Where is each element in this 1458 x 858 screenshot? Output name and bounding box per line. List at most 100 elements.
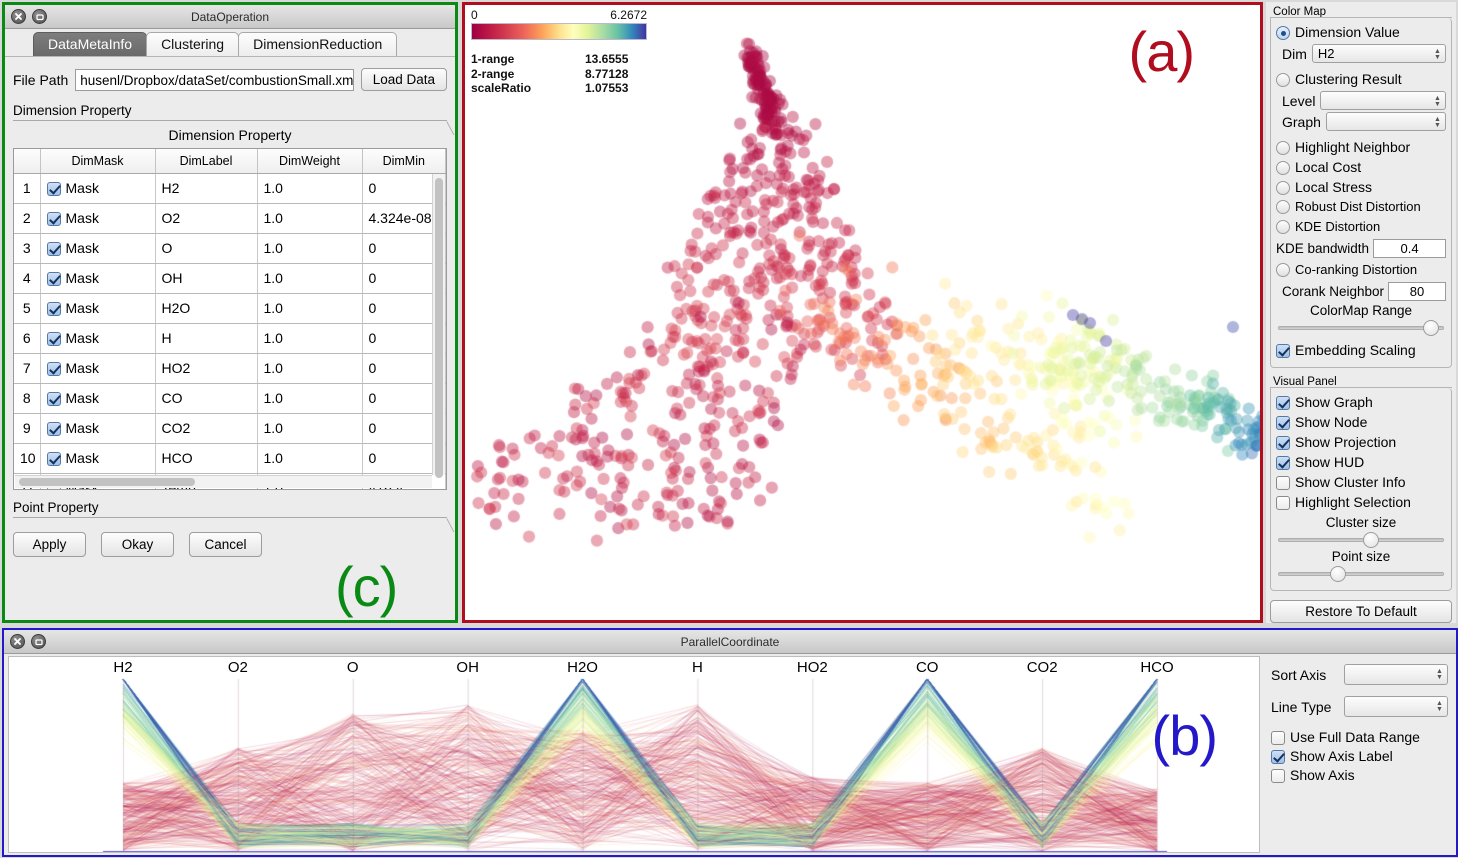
th-dimlabel[interactable]: DimLabel [155, 149, 258, 174]
level-select[interactable]: ▲ ▼ [1320, 91, 1446, 110]
radio-local-cost[interactable]: Local Cost [1276, 157, 1446, 177]
corank-neighbor-input[interactable]: 80 [1388, 282, 1446, 301]
checkbox-icon[interactable] [1276, 496, 1290, 510]
table-row[interactable]: 6 Mask H 1.0 0 [14, 323, 446, 354]
tab-clustering[interactable]: Clustering [146, 32, 240, 56]
checkbox-show-node[interactable]: Show Node [1276, 412, 1446, 432]
cell-dimmask[interactable]: Mask [40, 323, 156, 354]
radio-icon[interactable] [1276, 161, 1290, 175]
load-data-button[interactable]: Load Data [360, 68, 447, 91]
cell-dimmask[interactable]: Mask [40, 173, 156, 204]
table-row[interactable]: 1 Mask H2 1.0 0 [14, 173, 446, 204]
cell-dimlabel[interactable]: H2O [155, 293, 258, 324]
checkbox-icon[interactable] [46, 332, 61, 346]
parallel-coordinate-plot[interactable]: H2 O2 O OH H2O H HO2 CO CO2 HCO (b) [8, 656, 1260, 853]
cell-dimweight[interactable]: 1.0 [257, 293, 363, 324]
cancel-button[interactable]: Cancel [189, 532, 262, 557]
checkbox-icon[interactable] [1276, 476, 1290, 490]
cell-dimlabel[interactable]: HCO [155, 443, 258, 474]
table-row[interactable]: 3 Mask O 1.0 0 [14, 233, 446, 264]
checkbox-icon[interactable] [46, 182, 61, 196]
checkbox-show-axis-label[interactable]: Show Axis Label [1271, 747, 1448, 766]
colormap-range-slider[interactable] [1278, 320, 1444, 336]
table-row[interactable]: 4 Mask OH 1.0 0 [14, 263, 446, 294]
radio-icon[interactable] [1276, 26, 1290, 40]
checkbox-icon[interactable] [1276, 416, 1290, 430]
line-type-select[interactable]: ▲ ▼ [1344, 696, 1448, 717]
checkbox-highlight-selection[interactable]: Highlight Selection [1276, 492, 1446, 512]
scrollbar-thumb[interactable] [19, 478, 195, 486]
window-icon[interactable] [31, 634, 46, 649]
tab-dimensionreduction[interactable]: DimensionReduction [238, 32, 398, 56]
close-icon[interactable] [10, 634, 25, 649]
radio-dimension-value[interactable]: Dimension Value [1276, 22, 1446, 42]
radio-robust-dist-distortion[interactable]: Robust Dist Distortion [1276, 197, 1446, 217]
table-row[interactable]: 8 Mask CO 1.0 0 [14, 383, 446, 414]
checkbox-show-graph[interactable]: Show Graph [1276, 392, 1446, 412]
cell-dimweight[interactable]: 1.0 [257, 353, 363, 384]
checkbox-icon[interactable] [46, 362, 61, 376]
point-size-slider[interactable] [1278, 566, 1444, 582]
checkbox-show-axis[interactable]: Show Axis [1271, 766, 1448, 785]
kde-bandwidth-input[interactable]: 0.4 [1373, 239, 1446, 258]
cell-dimmask[interactable]: Mask [40, 293, 156, 324]
table-row[interactable]: 5 Mask H2O 1.0 0 [14, 293, 446, 324]
radio-kde-distortion[interactable]: KDE Distortion [1276, 217, 1446, 237]
cell-dimlabel[interactable]: OH [155, 263, 258, 294]
sort-axis-select[interactable]: ▲ ▼ [1344, 664, 1448, 685]
table-vertical-scrollbar[interactable] [432, 174, 445, 478]
checkbox-icon[interactable] [1276, 436, 1290, 450]
radio-clustering-result[interactable]: Clustering Result [1276, 69, 1446, 89]
checkbox-icon[interactable] [1276, 344, 1290, 358]
close-icon[interactable] [11, 9, 26, 24]
checkbox-icon[interactable] [46, 452, 61, 466]
file-path-input[interactable]: husenl/Dropbox/dataSet/combustionSmall.x… [75, 68, 354, 91]
table-row[interactable]: 2 Mask O2 1.0 4.324e-08 [14, 203, 446, 234]
cell-dimweight[interactable]: 1.0 [257, 263, 363, 294]
scrollbar-thumb[interactable] [435, 178, 443, 478]
radio-icon[interactable] [1276, 141, 1290, 155]
apply-button[interactable]: Apply [13, 532, 86, 557]
checkbox-icon[interactable] [1276, 456, 1290, 470]
okay-button[interactable]: Okay [101, 532, 174, 557]
cell-dimmask[interactable]: Mask [40, 353, 156, 384]
checkbox-icon[interactable] [46, 302, 61, 316]
checkbox-icon[interactable] [46, 272, 61, 286]
slider-knob[interactable] [1422, 320, 1439, 336]
radio-highlight-neighbor[interactable]: Highlight Neighbor [1276, 137, 1446, 157]
slider-knob[interactable] [1329, 566, 1346, 582]
th-dimweight[interactable]: DimWeight [257, 149, 363, 174]
radio-icon[interactable] [1276, 73, 1290, 87]
cluster-size-slider[interactable] [1278, 532, 1444, 548]
window-icon[interactable] [32, 9, 47, 24]
slider-knob[interactable] [1362, 532, 1379, 548]
table-row[interactable]: 9 Mask CO2 1.0 0 [14, 413, 446, 444]
cell-dimmask[interactable]: Mask [40, 383, 156, 414]
checkbox-icon[interactable] [1271, 769, 1285, 783]
cell-dimweight[interactable]: 1.0 [257, 323, 363, 354]
checkbox-icon[interactable] [46, 392, 61, 406]
checkbox-embedding-scaling[interactable]: Embedding Scaling [1276, 340, 1446, 360]
tab-datametainfo[interactable]: DataMetaInfo [33, 32, 148, 56]
table-horizontal-scrollbar[interactable] [15, 475, 432, 488]
table-row[interactable]: 10 Mask HCO 1.0 0 [14, 443, 446, 474]
cell-dimlabel[interactable]: O [155, 233, 258, 264]
checkbox-icon[interactable] [1271, 750, 1285, 764]
th-dimmin[interactable]: DimMin [362, 149, 446, 174]
cell-dimmask[interactable]: Mask [40, 203, 156, 234]
cell-dimmask[interactable]: Mask [40, 443, 156, 474]
th-dimmask[interactable]: DimMask [40, 149, 156, 174]
cell-dimweight[interactable]: 1.0 [257, 203, 363, 234]
cell-dimweight[interactable]: 1.0 [257, 173, 363, 204]
dimension-property-table[interactable]: DimMask DimLabel DimWeight DimMin 1 Mask H… [13, 148, 447, 490]
projection-view[interactable]: 0 6.2672 1-range 13.6555 2-range 8.77128 s… [462, 2, 1263, 623]
radio-local-stress[interactable]: Local Stress [1276, 177, 1446, 197]
cell-dimmask[interactable]: Mask [40, 263, 156, 294]
cell-dimlabel[interactable]: CO2 [155, 413, 258, 444]
checkbox-show-hud[interactable]: Show HUD [1276, 452, 1446, 472]
radio-coranking-distortion[interactable]: Co-ranking Distortion [1276, 260, 1446, 280]
dim-select[interactable]: H2 ▲ ▼ [1311, 44, 1446, 63]
checkbox-icon[interactable] [46, 242, 61, 256]
checkbox-show-cluster-info[interactable]: Show Cluster Info [1276, 472, 1446, 492]
cell-dimweight[interactable]: 1.0 [257, 233, 363, 264]
